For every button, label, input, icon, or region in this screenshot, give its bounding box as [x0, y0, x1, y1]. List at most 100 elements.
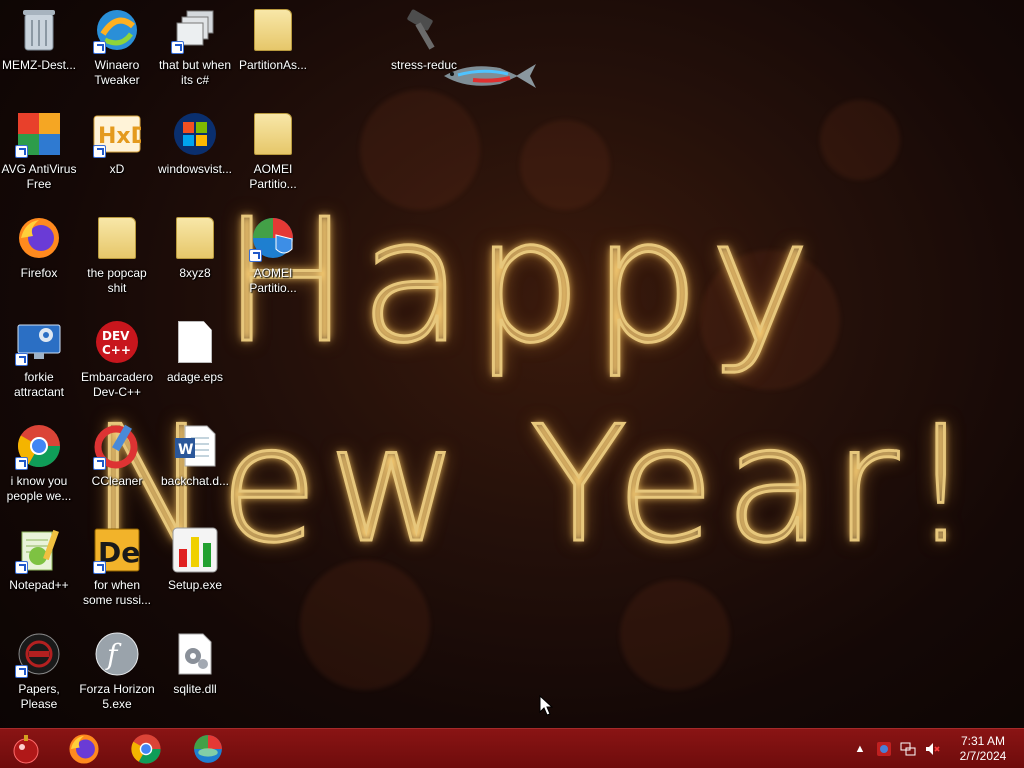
hammer-icon — [400, 6, 448, 54]
chevron-up-icon[interactable]: ▲ — [852, 741, 868, 757]
recycle-bin-icon — [15, 6, 63, 54]
firefox-icon — [69, 734, 99, 764]
shortcut-arrow-icon — [15, 665, 28, 678]
taskbar-firefox[interactable] — [64, 733, 104, 765]
icon-label: adage.eps — [166, 370, 224, 384]
desktop-icon-windowsvista[interactable]: windowsvist... — [156, 104, 234, 204]
icon-label: AOMEI Partitio... — [249, 162, 297, 191]
icon-label: Setup.exe — [167, 578, 223, 592]
folder-icon — [249, 110, 297, 158]
svg-text:C++: C++ — [102, 343, 131, 357]
desktop-icon-aomei-app[interactable]: AOMEI Partitio... — [234, 208, 312, 308]
winaero-icon — [93, 6, 141, 54]
icon-label: backchat.d... — [160, 474, 230, 488]
desktop-icon-ccleaner[interactable]: CCleaner — [78, 416, 156, 516]
desktop-icon-devcpp[interactable]: DEV C++ Embarcadero Dev-C++ — [78, 312, 156, 412]
desktop-icon-memz[interactable]: MEMZ-Dest... — [0, 0, 78, 100]
desktop-icon-aomei-folder[interactable]: AOMEI Partitio... — [234, 104, 312, 204]
clock-time: 7:31 AM — [960, 734, 1006, 748]
shortcut-arrow-icon — [15, 145, 28, 158]
icon-label: the popcap shit — [87, 266, 147, 295]
aomei-icon — [194, 735, 222, 763]
taskbar-aomei[interactable] — [188, 733, 228, 765]
desktop-icon-notepadpp[interactable]: Notepad++ — [0, 520, 78, 620]
volume-muted-icon[interactable] — [924, 741, 940, 757]
shortcut-arrow-icon — [15, 561, 28, 574]
shortcut-arrow-icon — [93, 41, 106, 54]
svg-text:DEV: DEV — [102, 329, 130, 343]
icon-label: PartitionAs... — [238, 58, 308, 72]
taskbar-chrome[interactable] — [126, 733, 166, 765]
desktop-icon-firefox[interactable]: Firefox — [0, 208, 78, 308]
desktop-icon-setup[interactable]: Setup.exe — [156, 520, 234, 620]
mouse-cursor-icon — [539, 695, 553, 716]
system-tray: ▲ 7:31 AM 2/7/2024 — [848, 729, 1016, 768]
svg-text:W: W — [178, 442, 193, 458]
icon-label: sqlite.dll — [173, 682, 217, 696]
devcpp-icon: DEV C++ — [93, 318, 141, 366]
desktop-icon-8xyz8[interactable]: 8xyz8 — [156, 208, 234, 308]
icon-label: Firefox — [20, 266, 58, 280]
folder-icon — [249, 6, 297, 54]
desktop-icon-forza[interactable]: f Forza Horizon 5.exe — [78, 624, 156, 724]
word-document-icon: W — [171, 422, 219, 470]
windows-stack-icon — [171, 6, 219, 54]
desktop-icon-csharp[interactable]: that but when its c# — [156, 0, 234, 100]
shortcut-arrow-icon — [93, 145, 106, 158]
icon-label: AVG AntiVirus Free — [1, 162, 77, 191]
hxd-icon: HxD — [93, 110, 141, 158]
setup-chart-icon — [171, 526, 219, 574]
desktop-icon-de[interactable]: De for when some russi... — [78, 520, 156, 620]
desktop-icon-chrome[interactable]: i know you people we... — [0, 416, 78, 516]
desktop-icon-sqlite[interactable]: sqlite.dll — [156, 624, 234, 724]
de-icon: De — [93, 526, 141, 574]
desktop-icon-forkie[interactable]: forkie attractant — [0, 312, 78, 412]
settings-monitor-icon — [15, 318, 63, 366]
folder-icon — [171, 214, 219, 262]
clock-date: 2/7/2024 — [959, 749, 1007, 763]
start-button[interactable] — [8, 731, 44, 767]
icon-label: for when some russi... — [82, 578, 151, 607]
icon-label: MEMZ-Dest... — [2, 58, 76, 72]
start-orb-icon — [13, 735, 39, 764]
desktop-icon-backchat[interactable]: W backchat.d... — [156, 416, 234, 516]
icon-label: Forza Horizon 5.exe — [79, 682, 155, 711]
desktop-icon-stress-reduc[interactable]: stress-reduc — [388, 0, 460, 100]
icon-label: AOMEI Partitio... — [249, 266, 297, 295]
document-icon — [171, 318, 219, 366]
icon-label: that but when its c# — [158, 58, 232, 87]
icon-label: forkie attractant — [13, 370, 65, 399]
shortcut-arrow-icon — [15, 457, 28, 470]
desktop-icon-winaero[interactable]: Winaero Tweaker — [78, 0, 156, 100]
taskbar: ▲ 7:31 AM 2/7/2024 — [0, 728, 1024, 768]
desktop-icon-papers-please[interactable]: Papers, Please — [0, 624, 78, 724]
desktop-icon-partitionassistant[interactable]: PartitionAs... — [234, 0, 312, 100]
shortcut-arrow-icon — [93, 561, 106, 574]
shortcut-arrow-icon — [171, 41, 184, 54]
windows-logo-icon — [171, 110, 219, 158]
security-icon[interactable] — [876, 741, 892, 757]
taskbar-clock[interactable]: 7:31 AM 2/7/2024 — [950, 734, 1016, 764]
icon-label: xD — [109, 162, 125, 176]
icon-label: Winaero Tweaker — [94, 58, 140, 87]
desktop-icon-xd[interactable]: HxD xD — [78, 104, 156, 204]
shortcut-arrow-icon — [15, 353, 28, 366]
icon-label: i know you people we... — [6, 474, 72, 503]
desktop-icon-avg[interactable]: AVG AntiVirus Free — [0, 104, 78, 204]
icon-label: windowsvist... — [157, 162, 233, 176]
desktop-icon-adage[interactable]: adage.eps — [156, 312, 234, 412]
firefox-icon — [15, 214, 63, 262]
shortcut-arrow-icon — [93, 457, 106, 470]
network-icon[interactable] — [900, 741, 916, 757]
icon-label: Embarcadero Dev-C++ — [80, 370, 154, 399]
icon-label: Notepad++ — [9, 578, 69, 592]
avg-icon — [15, 110, 63, 158]
ccleaner-icon — [93, 422, 141, 470]
bokeh-light — [820, 100, 900, 180]
aomei-icon — [249, 214, 297, 262]
icon-label: CCleaner — [91, 474, 143, 488]
gear-document-icon — [171, 630, 219, 678]
desktop-icon-popcap[interactable]: the popcap shit — [78, 208, 156, 308]
shortcut-arrow-icon — [249, 249, 262, 262]
chrome-icon — [15, 422, 63, 470]
